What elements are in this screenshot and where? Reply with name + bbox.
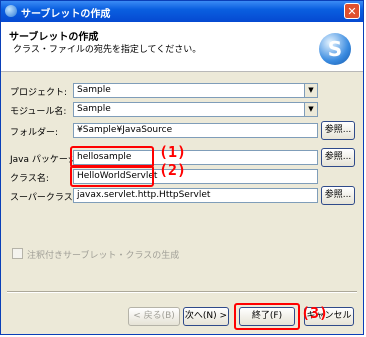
- back-button[interactable]: < 戻る(B): [128, 307, 180, 326]
- wizard-header: サーブレットの作成 クラス・ファイルの宛先を指定してください。 S: [1, 22, 363, 72]
- project-combo[interactable]: Sample ▼: [73, 83, 318, 98]
- next-button[interactable]: 次へ(N) >: [183, 307, 229, 326]
- project-value: Sample: [77, 85, 111, 95]
- page-description: クラス・ファイルの宛先を指定してください。: [13, 45, 202, 55]
- page-title: サーブレットの作成: [9, 32, 99, 43]
- button-separator: [7, 291, 357, 293]
- superclass-label: スーパークラス:: [10, 193, 76, 203]
- package-browse-button[interactable]: 参照...: [321, 148, 355, 167]
- wizard-logo-icon: S: [319, 33, 351, 65]
- app-icon: [5, 5, 17, 17]
- dialog-window: サーブレットの作成 ✕ サーブレットの作成 クラス・ファイルの宛先を指定してくだ…: [0, 0, 364, 335]
- chevron-down-icon[interactable]: ▼: [304, 103, 317, 116]
- annotation-2: (2): [159, 161, 187, 179]
- project-label: プロジェクト:: [10, 88, 68, 98]
- annotation-checkbox-label: 注釈付きサーブレット・クラスの生成: [27, 251, 180, 261]
- folder-label: フォルダー:: [10, 128, 59, 138]
- close-icon[interactable]: ✕: [344, 3, 360, 19]
- folder-field[interactable]: ¥Sample¥JavaSource: [73, 123, 318, 138]
- title-bar: サーブレットの作成 ✕: [1, 1, 363, 22]
- module-combo[interactable]: Sample ▼: [73, 102, 318, 117]
- superclass-browse-button[interactable]: 参照...: [321, 186, 355, 205]
- annotation-checkbox[interactable]: [12, 248, 23, 259]
- chevron-down-icon[interactable]: ▼: [304, 84, 317, 97]
- annotation-3: (3): [301, 304, 329, 322]
- module-label: モジュール名:: [10, 107, 67, 117]
- window-title: サーブレットの作成: [21, 9, 111, 20]
- class-label: クラス名:: [10, 174, 49, 184]
- annotation-1: (1): [159, 143, 187, 161]
- module-value: Sample: [77, 104, 111, 114]
- superclass-input[interactable]: javax.servlet.http.HttpServlet: [73, 188, 318, 203]
- class-highlight: [70, 165, 154, 187]
- folder-browse-button[interactable]: 参照...: [321, 121, 355, 140]
- finish-highlight: [234, 303, 300, 330]
